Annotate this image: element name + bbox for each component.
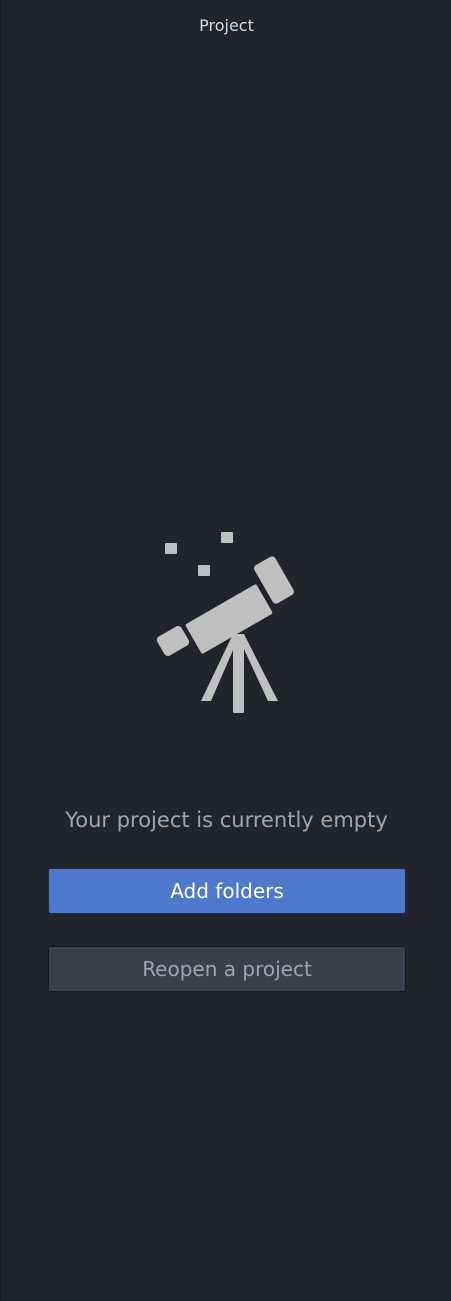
panel-title: Project [199,16,254,35]
telescope-icon [156,532,294,713]
add-folders-button[interactable]: Add folders [48,868,406,914]
project-panel: Project Your project is currently empty [0,0,451,1301]
reopen-project-button[interactable]: Reopen a project [48,946,406,992]
empty-state: Your project is currently empty Add fold… [1,530,451,992]
empty-message: Your project is currently empty [65,808,388,832]
